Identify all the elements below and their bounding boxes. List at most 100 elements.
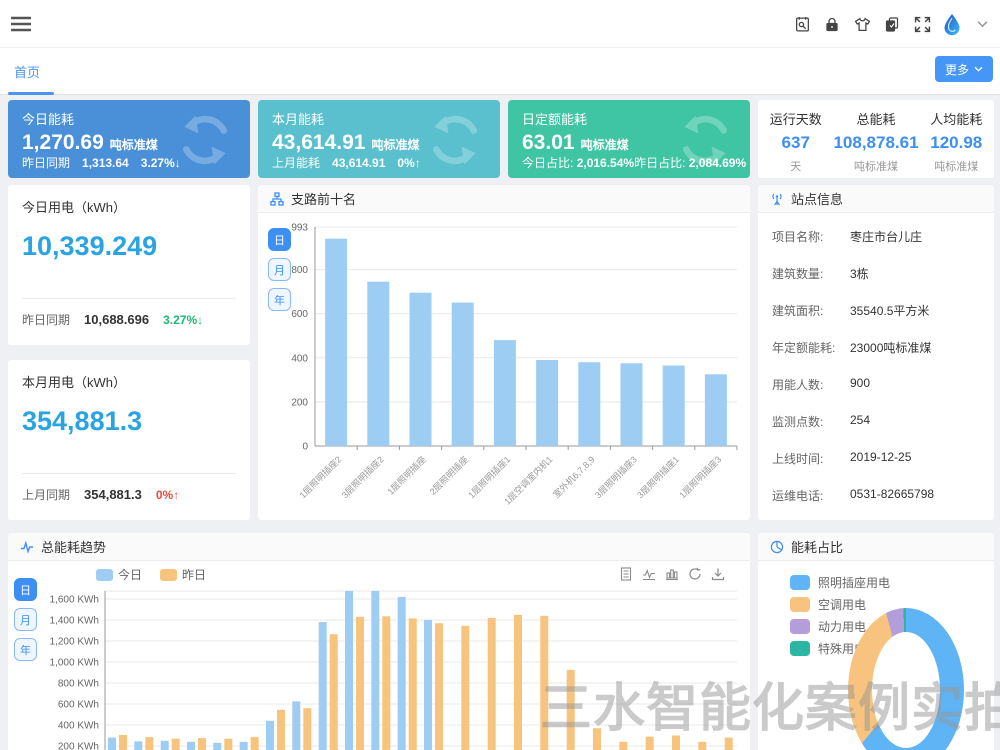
pie-legend-hvac[interactable]: 空调用电 bbox=[790, 596, 866, 613]
svg-text:2层照明插座: 2层照明插座 bbox=[427, 454, 470, 497]
divider bbox=[22, 298, 236, 299]
stat-value: 108,878.61 bbox=[833, 133, 918, 153]
stat-unit: 天 bbox=[758, 158, 833, 174]
panel-title: 能耗占比 bbox=[791, 537, 843, 556]
kpi-value: 63.01 bbox=[522, 131, 575, 154]
site-label: 年定额能耗: bbox=[772, 339, 850, 359]
site-label: 建筑面积: bbox=[772, 302, 850, 322]
kpi-sub-label: 上月能耗 bbox=[272, 154, 320, 171]
recycle-icon bbox=[424, 110, 486, 175]
svg-text:1层照明插座1: 1层照明插座1 bbox=[466, 454, 513, 501]
menu-hamburger-icon[interactable] bbox=[10, 15, 32, 33]
legend-label: 照明插座用电 bbox=[818, 574, 890, 591]
stat-total-energy: 总能耗 108,878.61 吨标准煤 bbox=[833, 100, 918, 178]
stat-unit: 吨标准煤 bbox=[833, 158, 918, 174]
stat-per-capita-energy: 人均能耗 120.98 吨标准煤 bbox=[919, 100, 994, 178]
compare-label: 上月同期 bbox=[22, 486, 70, 503]
theme-tshirt-icon[interactable] bbox=[852, 14, 872, 34]
kpi-value: 1,270.69 bbox=[22, 131, 104, 154]
panel-title: 站点信息 bbox=[791, 189, 843, 208]
stat-label: 运行天数 bbox=[758, 109, 833, 128]
kpi-unit: 吨标准煤 bbox=[110, 138, 158, 152]
pie-legend-power[interactable]: 动力用电 bbox=[790, 618, 866, 635]
more-button-label: 更多 bbox=[945, 61, 969, 78]
kpi-sub-value: 43,614.91 bbox=[332, 156, 385, 170]
kpi-sub-label: 今日占比: bbox=[522, 156, 573, 170]
compare-value: 10,688.696 bbox=[84, 312, 149, 327]
lock-icon[interactable] bbox=[822, 14, 842, 34]
chevron-down-icon bbox=[974, 66, 983, 72]
copy-doc-icon[interactable] bbox=[882, 14, 902, 34]
site-info-panel: 站点信息 项目名称:枣庄市台儿庄 建筑数量:3栋 建筑面积:35540.5平方米… bbox=[758, 185, 994, 520]
svg-text:800: 800 bbox=[291, 265, 308, 276]
branch-top10-panel: 支路前十名 日 月 年 99380060040020001层照明插座23层照明插… bbox=[258, 185, 750, 520]
pulse-icon bbox=[20, 540, 34, 554]
kpi-sub-value: 2,016.54% bbox=[577, 156, 634, 170]
branch-bar-chart: 99380060040020001层照明插座23层照明插座21层照明插座2层照明… bbox=[258, 213, 750, 520]
kpi-sub-label: 昨日同期 bbox=[22, 154, 70, 171]
site-label: 用能人数: bbox=[772, 376, 850, 396]
donut-hole bbox=[872, 632, 940, 748]
svg-text:1层照明插座2: 1层照明插座2 bbox=[297, 454, 344, 501]
svg-text:800 KWh: 800 KWh bbox=[58, 679, 99, 690]
pie-icon bbox=[770, 540, 784, 554]
stat-value: 637 bbox=[758, 133, 833, 153]
panel-title: 支路前十名 bbox=[291, 189, 356, 208]
today-power-value: 10,339.249 bbox=[22, 231, 157, 262]
trend-bar-chart: 1,600 KWh1,400 KWh1,200 KWh1,000 KWh800 … bbox=[8, 561, 750, 750]
svg-text:400 KWh: 400 KWh bbox=[58, 721, 99, 732]
kpi-unit: 吨标准煤 bbox=[371, 138, 419, 152]
stat-running-days: 运行天数 637 天 bbox=[758, 100, 833, 178]
stat-unit: 吨标准煤 bbox=[919, 158, 994, 174]
delta-badge: 0%↑ bbox=[156, 488, 179, 502]
svg-text:3层照明插座1: 3层照明插座1 bbox=[634, 454, 681, 501]
site-label: 运维电话: bbox=[772, 487, 850, 507]
today-power-panel: 今日用电（kWh） 10,339.249 昨日同期 10,688.696 3.2… bbox=[8, 185, 250, 345]
recycle-icon bbox=[674, 110, 736, 175]
more-button[interactable]: 更多 bbox=[935, 56, 993, 82]
svg-text:0: 0 bbox=[302, 442, 308, 453]
svg-text:993: 993 bbox=[291, 223, 308, 234]
energy-trend-panel: 总能耗趋势 今日 昨日 日 月 年 1,600 KWh1,400 KWh1,20… bbox=[8, 533, 750, 750]
svg-text:3层照明插座2: 3层照明插座2 bbox=[339, 454, 386, 501]
legend-label: 空调用电 bbox=[818, 596, 866, 613]
antenna-icon bbox=[770, 192, 784, 206]
svg-text:1,400 KWh: 1,400 KWh bbox=[50, 616, 99, 627]
svg-text:室外机6,7,8,9: 室外机6,7,8,9 bbox=[550, 454, 596, 500]
kpi-card-month-energy: 本月能耗 43,614.91吨标准煤 上月能耗43,614.910%↑ bbox=[258, 100, 500, 178]
fullscreen-icon[interactable] bbox=[912, 14, 932, 34]
site-value: 2019-12-25 bbox=[850, 450, 911, 470]
kpi-unit: 吨标准煤 bbox=[581, 138, 629, 152]
chevron-down-icon[interactable] bbox=[972, 14, 992, 34]
tab-home[interactable]: 首页 bbox=[14, 62, 40, 81]
svg-text:600: 600 bbox=[291, 309, 308, 320]
month-power-value: 354,881.3 bbox=[22, 406, 142, 437]
svg-text:1层照明插座3: 1层照明插座3 bbox=[677, 454, 724, 501]
site-value: 254 bbox=[850, 413, 870, 433]
navbar-actions bbox=[792, 0, 992, 48]
svg-text:400: 400 bbox=[291, 353, 308, 364]
water-drop-logo[interactable] bbox=[942, 14, 962, 34]
notepad-tool-icon[interactable] bbox=[792, 14, 812, 34]
pie-legend-lighting[interactable]: 照明插座用电 bbox=[790, 574, 890, 591]
legend-swatch bbox=[790, 619, 810, 634]
legend-swatch bbox=[790, 597, 810, 612]
tab-active-underline bbox=[8, 92, 54, 95]
site-label: 上线时间: bbox=[772, 450, 850, 470]
site-label: 监测点数: bbox=[772, 413, 850, 433]
energy-share-panel: 能耗占比 照明插座用电 空调用电 动力用电 特殊用电 bbox=[758, 533, 994, 750]
stat-label: 总能耗 bbox=[833, 109, 918, 128]
kpi-sub-delta: 0%↑ bbox=[397, 156, 420, 170]
tab-bar: 首页 更多 bbox=[0, 48, 1000, 95]
site-value: 900 bbox=[850, 376, 870, 396]
legend-swatch bbox=[790, 641, 810, 656]
svg-text:1,000 KWh: 1,000 KWh bbox=[50, 658, 99, 669]
compare-label: 昨日同期 bbox=[22, 311, 70, 328]
panel-title: 总能耗趋势 bbox=[41, 537, 106, 556]
site-label: 建筑数量: bbox=[772, 265, 850, 285]
svg-text:1,200 KWh: 1,200 KWh bbox=[50, 637, 99, 648]
compare-value: 354,881.3 bbox=[84, 487, 142, 502]
svg-text:600 KWh: 600 KWh bbox=[58, 700, 99, 711]
site-label: 项目名称: bbox=[772, 228, 850, 248]
svg-text:200 KWh: 200 KWh bbox=[58, 742, 99, 750]
